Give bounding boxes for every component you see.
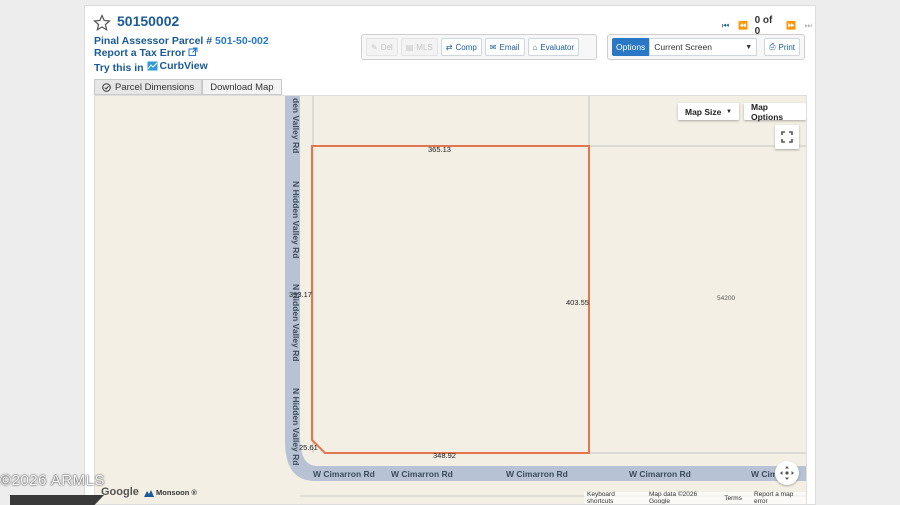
del-button[interactable]: ✎ Del: [366, 38, 398, 56]
check-circle-icon: [102, 82, 111, 92]
compare-icon: ⇄: [445, 42, 453, 52]
road-label-cimarron-4: W Cimarron Rd: [629, 469, 691, 479]
house-icon: ⌂: [532, 42, 538, 52]
map-tabs: Parcel Dimensions Download Map: [94, 79, 282, 95]
dimension-right-label: 403.55: [566, 298, 589, 307]
armls-watermark: ©2026 ARMLS: [0, 472, 105, 489]
first-record-icon[interactable]: ⏮: [719, 20, 732, 32]
comp-button-label: Comp: [455, 42, 477, 52]
email-button-label: Email: [499, 42, 520, 52]
email-button[interactable]: ✉ Email: [484, 38, 525, 56]
map-options-button[interactable]: Map Options: [744, 101, 806, 122]
mls-button[interactable]: ▤ MLS: [400, 38, 438, 56]
tab-parcel-dimensions[interactable]: Parcel Dimensions: [94, 79, 203, 95]
map-data-label: Map data ©2026 Google: [648, 491, 698, 505]
print-button-label: Print: [778, 42, 795, 52]
print-button[interactable]: ⎙ Print: [764, 38, 800, 56]
fullscreen-button[interactable]: [775, 125, 799, 149]
options-selected-value: Current Screen: [654, 42, 712, 52]
parcel-card: 50150002 ⏮ ⏪ 0 of 0 ⏩ ⏭ Pinal Assessor P…: [84, 5, 816, 505]
caret-down-icon: ▼: [726, 108, 732, 115]
options-bar: Options Current Screen ▼ ⎙ Print: [607, 34, 805, 60]
neighbor-parcel-label: 54200: [717, 295, 736, 302]
monsoon-label: Monsoon ®: [156, 488, 197, 497]
map-canvas: [95, 96, 806, 504]
monsoon-logo-icon: [144, 489, 154, 497]
dimension-top-label: 365.13: [428, 145, 451, 154]
email-icon: ✉: [489, 42, 497, 52]
chevron-down-icon: ▼: [745, 43, 753, 51]
road-label-hidden-valley-2: N Hidden Valley Rd: [291, 284, 301, 362]
status-legend-tab[interactable]: [10, 495, 104, 505]
curbview-label: CurbView: [159, 60, 208, 72]
tab-download-map-label: Download Map: [210, 81, 274, 93]
camera-control-button[interactable]: [775, 461, 799, 485]
report-map-error-link[interactable]: Report a map error: [754, 491, 803, 504]
watermark-text: 2026 ARMLS: [11, 472, 105, 489]
try-this-label: Try this in: [94, 62, 144, 74]
keyboard-shortcuts-link[interactable]: Keyboard shortcuts: [587, 491, 637, 504]
parcel-map[interactable]: 365.13 403.55 393.17 348.92 25.61 54200 …: [94, 95, 807, 505]
tag-icon: ✎: [371, 42, 378, 52]
pan-arrows-icon: [780, 466, 794, 480]
comp-button[interactable]: ⇄ Comp: [440, 38, 482, 56]
road-label-hidden-valley-3: N Hidden Valley Rd: [291, 388, 301, 466]
evaluator-button[interactable]: ⌂ Evaluator: [527, 38, 580, 56]
curbview-line: Try this in CurbView: [94, 60, 208, 74]
road-label-hidden-valley-top: den Valley Rd: [291, 98, 301, 154]
prev-record-icon[interactable]: ⏪: [736, 20, 749, 32]
parcel-id-title: 50150002: [117, 13, 180, 29]
road-label-cimarron-3: W Cimarron Rd: [506, 469, 568, 479]
assessor-parcel-line: Pinal Assessor Parcel # 501-50-002: [94, 35, 269, 47]
del-button-label: Del: [380, 42, 393, 52]
map-attribution-bar: Keyboard shortcuts Map data ©2026 Google…: [584, 491, 806, 505]
tab-parcel-dimensions-label: Parcel Dimensions: [115, 81, 195, 93]
dimension-corner-label: 25.61: [299, 443, 318, 452]
map-size-button[interactable]: Map Size ▼: [678, 103, 739, 120]
terms-link[interactable]: Terms: [724, 495, 742, 502]
parcel-outline: [311, 145, 590, 454]
mls-icon: ▤: [405, 42, 414, 52]
road-label-cimarron-5: W Cim: [751, 469, 778, 479]
options-label: Options: [612, 38, 650, 56]
map-size-label: Map Size: [685, 106, 722, 117]
printer-icon: ⎙: [769, 42, 776, 51]
assessor-number-link[interactable]: 501-50-002: [215, 35, 269, 47]
tab-download-map[interactable]: Download Map: [202, 79, 282, 95]
google-logo: Google: [101, 486, 139, 498]
action-toolbar: ✎ Del ▤ MLS ⇄ Comp ✉ Email ⌂ Evaluator: [361, 34, 597, 60]
road-label-cimarron-2: W Cimarron Rd: [391, 469, 453, 479]
mls-button-label: MLS: [416, 42, 433, 52]
map-options-label: Map Options: [751, 101, 784, 122]
report-error-line[interactable]: Report a Tax Error: [94, 47, 198, 59]
external-link-icon: [188, 47, 198, 56]
copyright-icon: ©: [0, 472, 12, 489]
curbview-link[interactable]: CurbView: [147, 60, 208, 72]
options-select[interactable]: Current Screen ▼: [649, 38, 758, 56]
monsoon-attribution: Monsoon ®: [144, 488, 197, 497]
road-label-hidden-valley-1: N Hidden Valley Rd: [291, 181, 301, 259]
evaluator-button-label: Evaluator: [540, 42, 575, 52]
assessor-label: Pinal Assessor Parcel #: [94, 35, 213, 47]
fullscreen-icon: [781, 131, 793, 143]
road-label-cimarron-1: W Cimarron Rd: [313, 469, 375, 479]
dimension-bottom-label: 348.92: [433, 451, 456, 460]
star-icon[interactable]: [93, 14, 111, 32]
next-record-icon[interactable]: ⏩: [784, 20, 797, 32]
last-record-icon[interactable]: ⏭: [802, 20, 815, 32]
report-error-link[interactable]: Report a Tax Error: [94, 47, 185, 59]
curbview-logo-icon: [147, 61, 158, 71]
